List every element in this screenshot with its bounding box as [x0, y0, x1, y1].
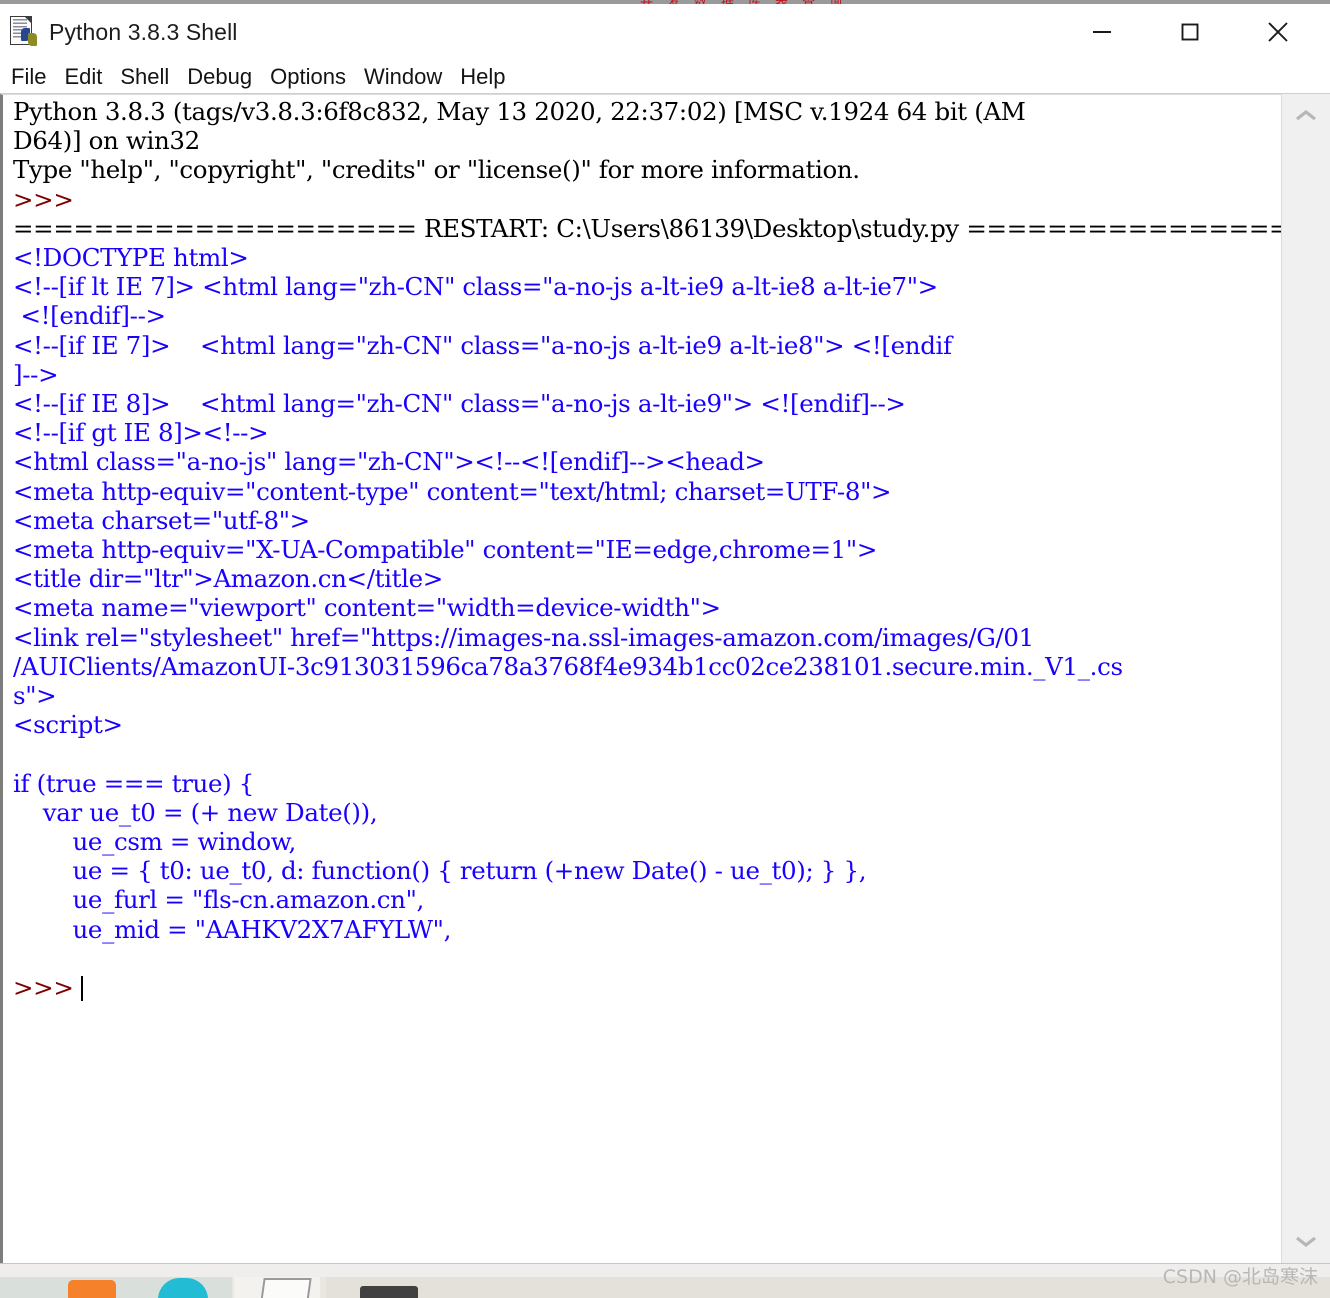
- shell-output: Python 3.8.3 (tags/v3.8.3:6f8c832, May 1…: [3, 95, 1281, 1002]
- close-icon[interactable]: [1248, 4, 1308, 60]
- shell-line: <!--[if IE 7]> <html lang="zh-CN" class=…: [13, 330, 952, 360]
- orange-app-icon[interactable]: [68, 1280, 116, 1298]
- shell-line: D64)] on win32: [13, 126, 200, 156]
- shell-line: /AUIClients/AmazonUI-3c913031596ca78a376…: [13, 651, 1123, 681]
- csdn-watermark: CSDN @北岛寒沫: [1162, 1266, 1318, 1288]
- shell-line: <meta http-equiv="X-UA-Compatible" conte…: [13, 535, 878, 565]
- text-cursor: [80, 976, 83, 1002]
- window-controls: [1072, 4, 1330, 60]
- menu-item-window[interactable]: Window: [363, 64, 443, 90]
- shell-line: ue_furl = "fls-cn.amazon.cn",: [13, 885, 425, 915]
- shell-line: >>>: [13, 184, 74, 214]
- shell-line: s">: [13, 681, 57, 711]
- shell-line: <![endif]-->: [13, 301, 166, 331]
- chevron-up-icon[interactable]: [1282, 94, 1330, 138]
- window-title: Python 3.8.3 Shell: [49, 18, 238, 45]
- shell-line: <!--[if gt IE 8]><!-->: [13, 418, 269, 448]
- python-file-icon: [10, 16, 40, 48]
- shell-line: <title dir="ltr">Amazon.cn</title>: [13, 564, 443, 594]
- shell-line: ]-->: [13, 359, 59, 389]
- menubar: File Edit Shell Debug Options Window Hel…: [0, 60, 1330, 94]
- shell-line: <!--[if IE 8]> <html lang="zh-CN" class=…: [13, 389, 906, 419]
- shell-line: <meta charset="utf-8">: [13, 505, 310, 535]
- shell-line: if (true === true) {: [13, 768, 255, 798]
- shell-line: <meta name="viewport" content="width=dev…: [13, 593, 721, 623]
- shell-line: <meta http-equiv="content-type" content=…: [13, 476, 892, 506]
- shell-line: ue_csm = window,: [13, 827, 297, 857]
- chevron-down-icon[interactable]: [1282, 1219, 1330, 1263]
- shell-line: Type "help", "copyright", "credits" or "…: [13, 155, 860, 185]
- document-icon[interactable]: [260, 1278, 312, 1298]
- titlebar: Python 3.8.3 Shell: [0, 4, 1330, 60]
- dark-app-icon[interactable]: [360, 1286, 418, 1298]
- shell-line: var ue_t0 = (+ new Date()),: [13, 797, 385, 827]
- minimize-icon[interactable]: [1072, 4, 1132, 60]
- vertical-scrollbar[interactable]: [1281, 94, 1330, 1263]
- shell-line: <script>: [13, 710, 123, 740]
- shell-line: ==================== RESTART: C:\Users\8…: [13, 213, 1281, 243]
- menu-item-options[interactable]: Options: [269, 64, 347, 90]
- shell-line: ue = { t0: ue_t0, d: function() { return…: [13, 856, 867, 886]
- desktop-strip: [0, 1263, 1330, 1278]
- shell-text-area[interactable]: Python 3.8.3 (tags/v3.8.3:6f8c832, May 1…: [0, 94, 1281, 1263]
- shell-line: >>>: [13, 973, 81, 1003]
- maximize-icon[interactable]: [1160, 4, 1220, 60]
- shell-line: <html class="a-no-js" lang="zh-CN"><!--<…: [13, 447, 765, 477]
- menu-item-shell[interactable]: Shell: [119, 64, 170, 90]
- python-idle-window: Python 3.8.3 Shell File Edit Shell Debug…: [0, 4, 1330, 1263]
- shell-line: ue_mid = "AAHKV2X7AFYLW",: [13, 914, 452, 944]
- shell-body: Python 3.8.3 (tags/v3.8.3:6f8c832, May 1…: [0, 94, 1330, 1263]
- shell-line: <link rel="stylesheet" href="https://ima…: [13, 622, 1034, 652]
- menu-item-edit[interactable]: Edit: [63, 64, 103, 90]
- menu-item-help[interactable]: Help: [459, 64, 506, 90]
- shell-line: Python 3.8.3 (tags/v3.8.3:6f8c832, May 1…: [13, 97, 1026, 126]
- shell-line: <!DOCTYPE html>: [13, 243, 249, 273]
- shell-line: <!--[if lt IE 7]> <html lang="zh-CN" cla…: [13, 272, 938, 302]
- taskbar[interactable]: [0, 1277, 1330, 1298]
- menu-item-debug[interactable]: Debug: [186, 64, 253, 90]
- menu-item-file[interactable]: File: [10, 64, 47, 90]
